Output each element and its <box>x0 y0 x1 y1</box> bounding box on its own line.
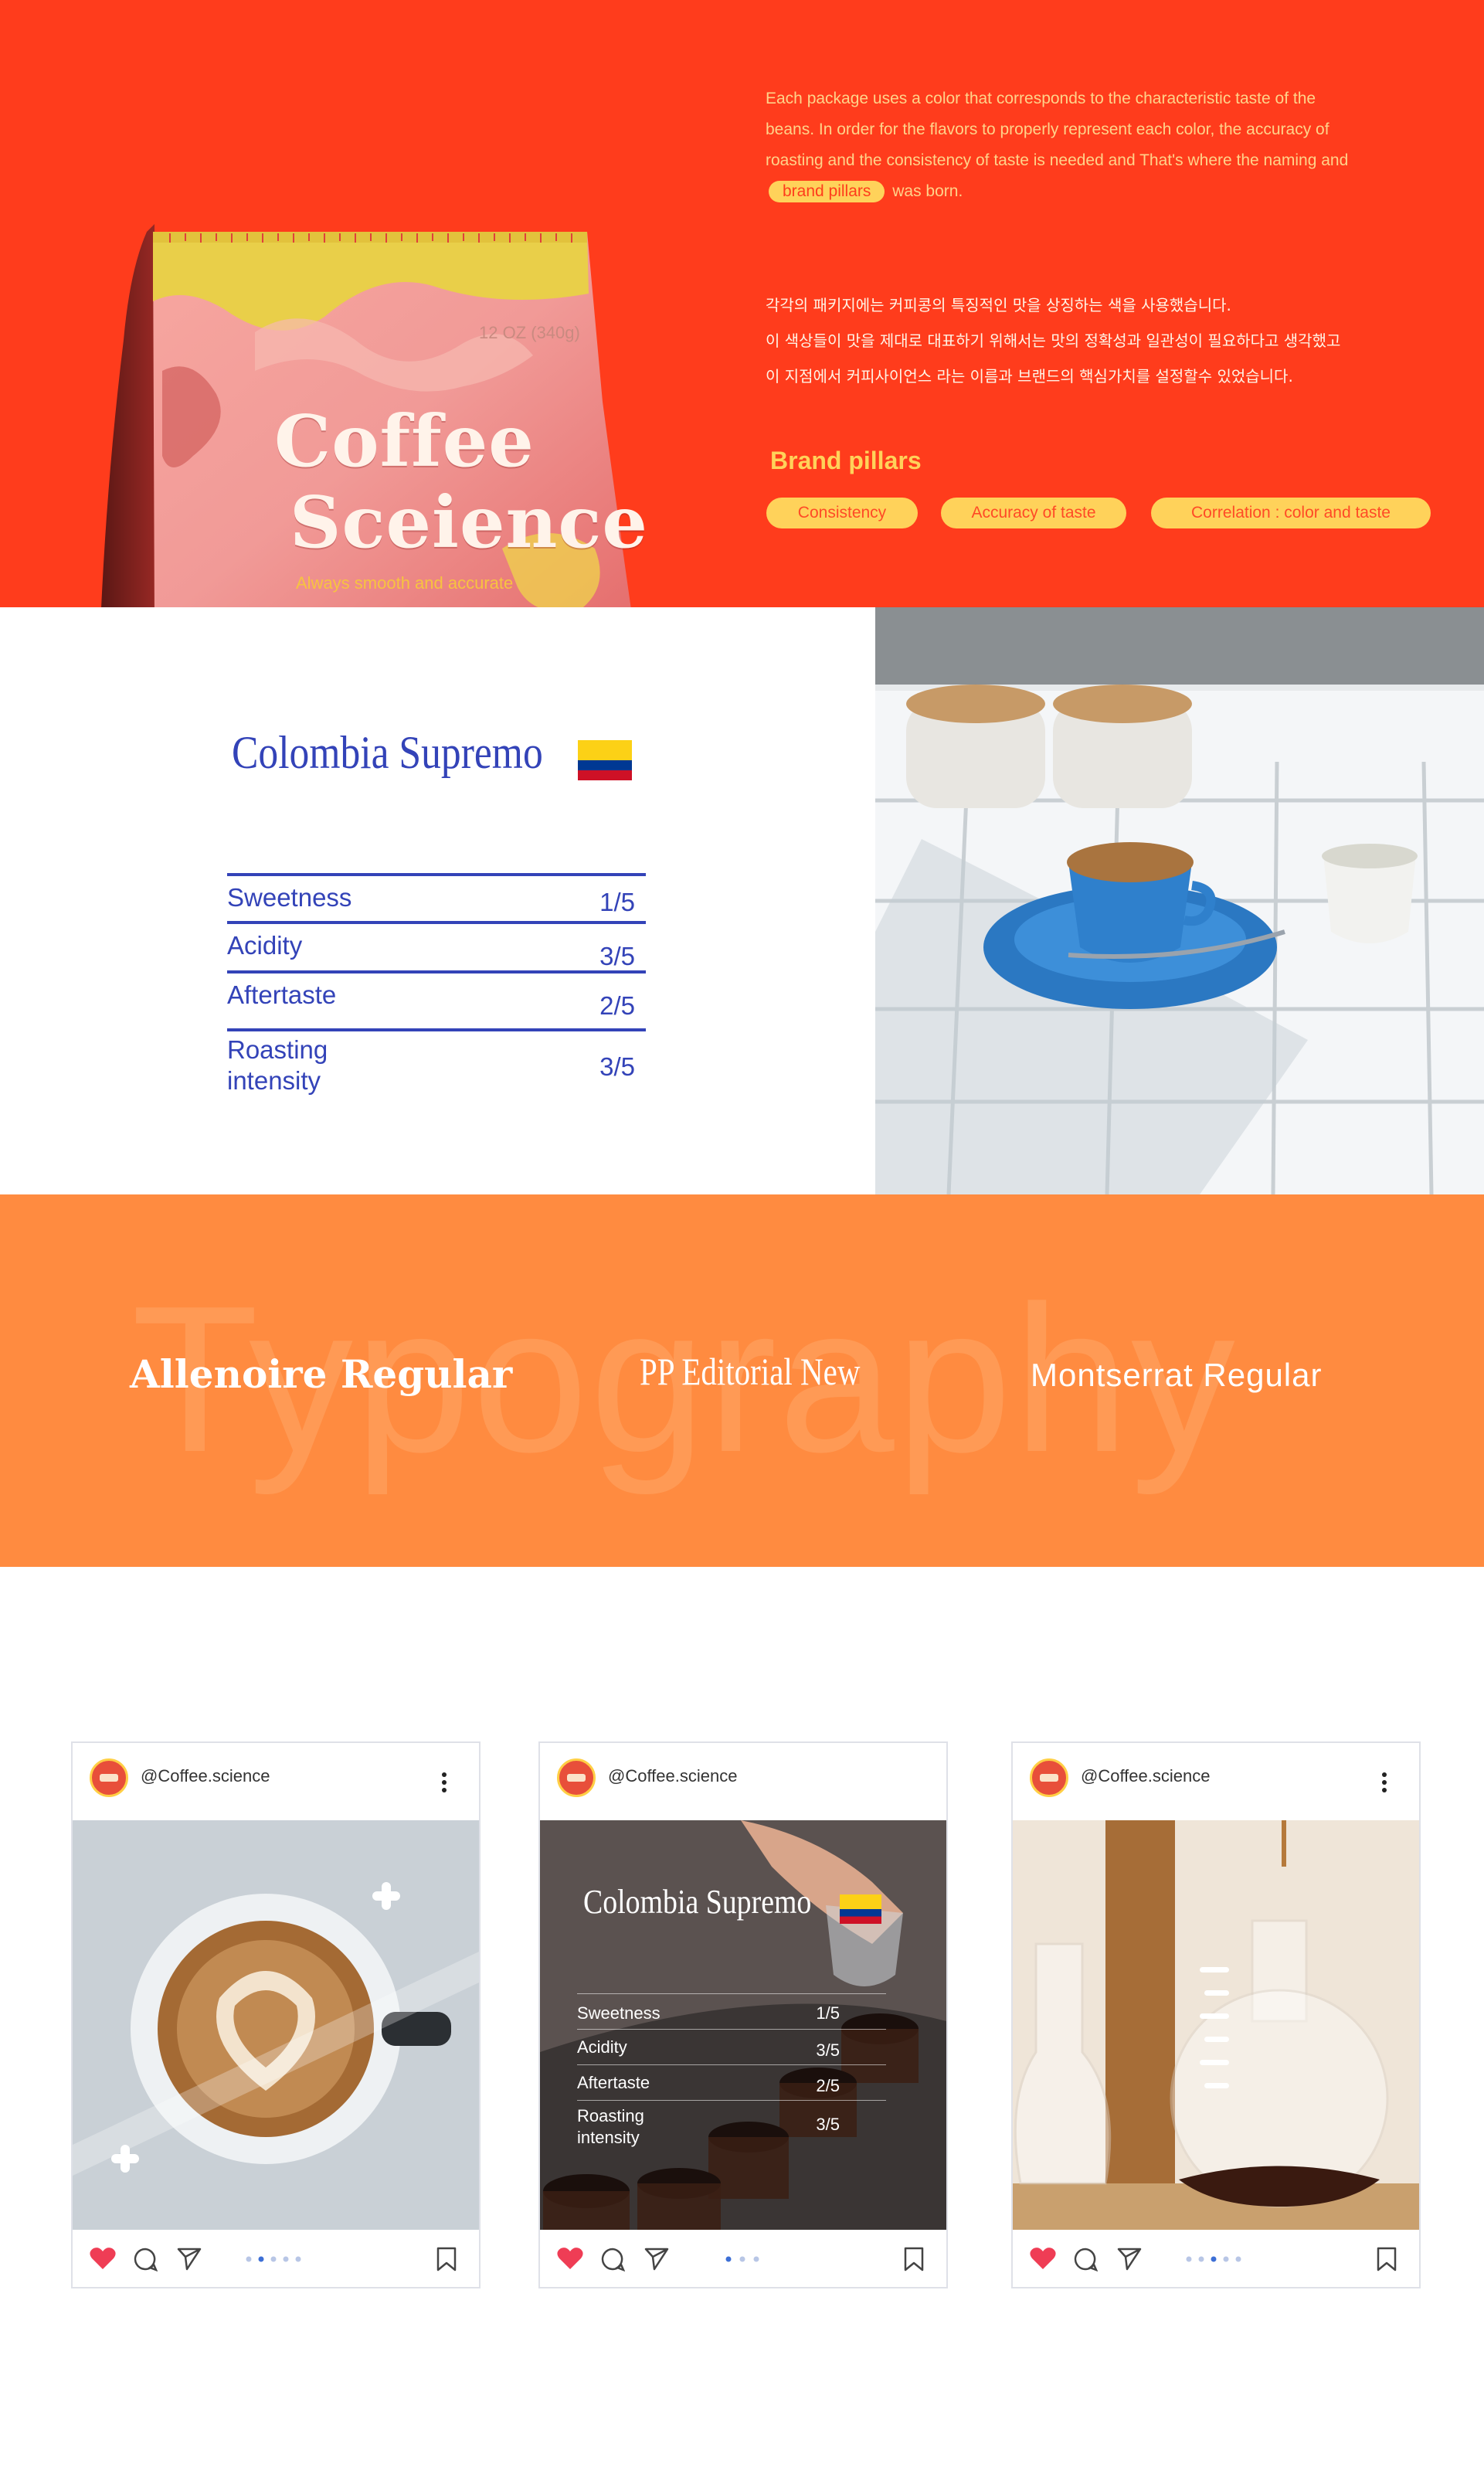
tasting-row-acidity: Acidity 3/5 <box>227 921 646 970</box>
font-sample-editorial: PP Editorial New <box>640 1350 861 1393</box>
coffee-bag-mockup: 12 OZ (340g) Coffee Sceience Always smoo… <box>100 224 664 607</box>
post-actions-bar <box>1013 2230 1419 2287</box>
share-send-icon[interactable] <box>644 2245 670 2271</box>
tasting-row-aftertaste: Aftertaste 2/5 <box>227 970 646 1020</box>
share-send-icon[interactable] <box>1116 2245 1143 2271</box>
tasting-row-roasting: Roasting intensity 3/5 <box>227 1028 646 1101</box>
social-post-flask[interactable]: @Coffee.science <box>1011 1741 1421 2288</box>
tasting-value: 3/5 <box>599 942 635 970</box>
font-sample-montserrat: Montserrat Regular <box>1031 1357 1323 1393</box>
colombia-flag-icon <box>840 1894 881 1924</box>
tasting-label: Sweetness <box>227 883 352 912</box>
bag-tagline: Always smooth and accurate <box>296 573 514 593</box>
overlay-row-acidity: Acidity 3/5 <box>577 2029 886 2064</box>
carousel-pager <box>1186 2256 1241 2262</box>
overlay-row-sweetness: Sweetness 1/5 <box>577 1993 886 2028</box>
post-actions-bar <box>73 2230 479 2287</box>
bag-weight-label: 12 OZ (340g) <box>479 323 580 342</box>
tasting-label: Aftertaste <box>227 980 337 1009</box>
social-post-pourover[interactable]: @Coffee.science Colombia Supremo Sweetne… <box>538 1741 948 2288</box>
overlay-row-roasting: Roasting intensity 3/5 <box>577 2100 886 2152</box>
bookmark-icon[interactable] <box>1376 2247 1397 2271</box>
overlay-value: 1/5 <box>816 2003 840 2023</box>
more-options-icon[interactable] <box>1382 1772 1387 1792</box>
overlay-row-aftertaste: Aftertaste 2/5 <box>577 2064 886 2099</box>
bookmark-icon[interactable] <box>436 2247 457 2271</box>
overlay-value: 3/5 <box>816 2040 840 2060</box>
flask-photo-illustration <box>1013 1820 1419 2230</box>
carousel-pager <box>246 2256 301 2262</box>
brand-avatar[interactable] <box>1030 1758 1068 1797</box>
overlay-origin-title: Colombia Supremo <box>583 1883 812 1921</box>
overlay-label: Roasting intensity <box>577 2106 644 2147</box>
post-handle[interactable]: @Coffee.science <box>141 1766 270 1786</box>
brand-pillars-heading: Brand pillars <box>770 447 922 474</box>
bag-brand-line-2: Sceience <box>290 481 648 564</box>
overlay-label: Aftertaste <box>577 2073 650 2092</box>
pour-over-photo: Colombia Supremo Sweetness 1/5 Acidity 3… <box>540 1820 946 2230</box>
tasting-value: 2/5 <box>599 991 635 1020</box>
tasting-row-sweetness: Sweetness 1/5 <box>227 873 646 923</box>
tasting-value: 1/5 <box>599 888 635 916</box>
origin-title: Colombia Supremo <box>232 727 543 778</box>
description-text: Each package uses a color that correspon… <box>766 90 1349 169</box>
overlay-label: Acidity <box>577 2037 627 2057</box>
like-heart-icon[interactable] <box>557 2247 583 2270</box>
espresso-photo-illustration <box>875 607 1484 1194</box>
brand-pillars-highlight: brand pillars <box>769 181 885 202</box>
overlay-value: 3/5 <box>816 2115 840 2134</box>
description-english: Each package uses a color that correspon… <box>766 83 1368 207</box>
post-actions-bar <box>540 2230 946 2287</box>
overlay-value: 2/5 <box>816 2076 840 2095</box>
glass-flask-photo <box>1013 1820 1419 2230</box>
overlay-label: Sweetness <box>577 2003 660 2023</box>
pillar-consistency: Consistency <box>766 498 918 528</box>
latte-art-photo <box>73 1820 479 2230</box>
comment-icon[interactable] <box>600 2247 625 2271</box>
like-heart-icon[interactable] <box>90 2247 116 2270</box>
tasting-label: Roasting intensity <box>227 1035 328 1095</box>
social-post-latte[interactable]: @Coffee.science <box>71 1741 481 2288</box>
bag-brand-line-1: Coffee <box>274 399 535 483</box>
hero-section: 12 OZ (340g) Coffee Sceience Always smoo… <box>0 0 1484 607</box>
korean-line: 각각의 패키지에는 커피콩의 특징적인 맛을 상징하는 색을 사용했습니다. <box>766 296 1231 314</box>
tasting-label: Acidity <box>227 931 303 960</box>
korean-line: 이 지점에서 커피사이언스 라는 이름과 브랜드의 핵심가치를 설정할수 있었습… <box>766 367 1293 386</box>
tasting-value: 3/5 <box>599 1052 635 1081</box>
pillar-accuracy: Accuracy of taste <box>941 498 1126 528</box>
more-options-icon[interactable] <box>442 1772 447 1792</box>
comment-icon[interactable] <box>1073 2247 1098 2271</box>
post-handle[interactable]: @Coffee.science <box>608 1766 737 1786</box>
bookmark-icon[interactable] <box>903 2247 925 2271</box>
espresso-cup-photo <box>875 607 1484 1194</box>
typography-section: Typography Allenoire Regular PP Editoria… <box>0 1194 1484 1567</box>
description-korean: 각각의 패키지에는 커피콩의 특징적인 맛을 상징하는 색을 사용했습니다. 이… <box>766 287 1399 394</box>
colombia-flag-icon <box>578 740 632 780</box>
like-heart-icon[interactable] <box>1030 2247 1056 2270</box>
pillar-correlation: Correlation : color and taste <box>1151 498 1431 528</box>
brand-avatar[interactable] <box>90 1758 128 1797</box>
brand-avatar[interactable] <box>557 1758 596 1797</box>
post-handle[interactable]: @Coffee.science <box>1081 1766 1210 1786</box>
carousel-pager <box>725 2256 759 2262</box>
description-text-end: was born. <box>892 182 963 200</box>
comment-icon[interactable] <box>133 2247 158 2271</box>
font-sample-allenoire: Allenoire Regular <box>130 1351 513 1397</box>
korean-line: 이 색상들이 맛을 제대로 대표하기 위해서는 맛의 정확성과 일관성이 필요하… <box>766 331 1341 350</box>
share-send-icon[interactable] <box>176 2245 202 2271</box>
latte-photo-illustration <box>73 1820 479 2230</box>
